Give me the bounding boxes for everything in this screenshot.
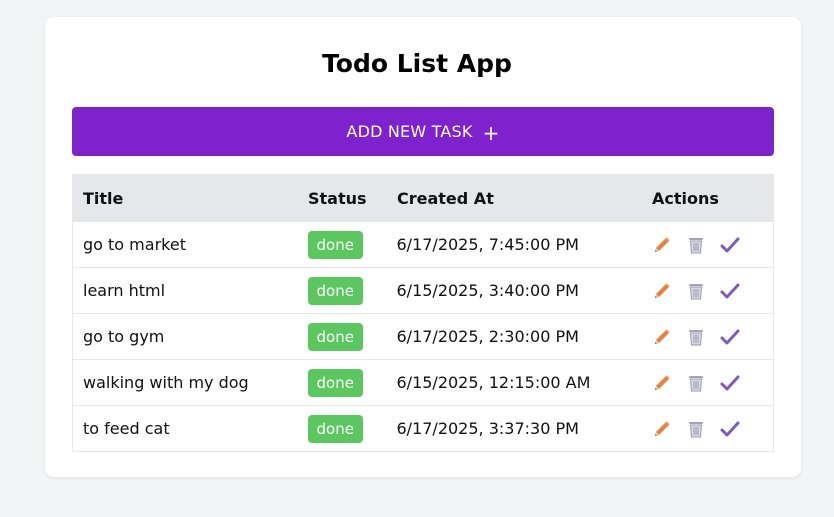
actions-cell [651, 313, 774, 360]
trash-icon[interactable] [686, 235, 706, 255]
pencil-icon[interactable] [652, 235, 672, 255]
table-row: walking with my dog done 6/15/2025, 12:1… [72, 359, 774, 406]
row-actions [652, 327, 774, 347]
row-actions [652, 235, 774, 255]
actions-cell [651, 359, 774, 406]
status-badge: done [307, 368, 363, 397]
pencil-icon[interactable] [652, 419, 672, 439]
page-title: Todo List App [322, 49, 512, 78]
task-created-at: 6/17/2025, 7:45:00 PM [396, 221, 652, 268]
table-row: go to market done 6/17/2025, 7:45:00 PM [72, 221, 774, 268]
checkmark-icon[interactable] [720, 327, 740, 347]
checkmark-icon[interactable] [720, 373, 740, 393]
header-title: Title [72, 174, 308, 222]
table-row: go to gym done 6/17/2025, 2:30:00 PM [72, 313, 774, 360]
trash-icon[interactable] [686, 281, 706, 301]
row-actions [652, 373, 774, 393]
pencil-icon[interactable] [652, 327, 672, 347]
trash-icon[interactable] [686, 373, 706, 393]
checkmark-icon[interactable] [720, 281, 740, 301]
actions-cell [651, 405, 774, 452]
table-header-row: Title Status Created At Actions [72, 174, 774, 222]
task-title: go to gym [72, 313, 308, 360]
status-badge: done [307, 322, 363, 351]
header-status: Status [307, 174, 397, 222]
task-created-at: 6/17/2025, 3:37:30 PM [396, 405, 652, 452]
task-created-at: 6/15/2025, 3:40:00 PM [396, 267, 652, 314]
todo-table: Title Status Created At Actions go to ma… [72, 174, 774, 452]
row-actions [652, 419, 774, 439]
add-new-task-button[interactable]: ADD NEW TASK + [72, 107, 774, 156]
task-title: walking with my dog [72, 359, 308, 406]
status-badge: done [307, 276, 363, 305]
pencil-icon[interactable] [652, 373, 672, 393]
trash-icon[interactable] [686, 327, 706, 347]
pencil-icon[interactable] [652, 281, 672, 301]
plus-icon: + [482, 120, 500, 145]
status-cell: done [307, 313, 397, 360]
header-created-at: Created At [396, 174, 652, 222]
status-cell: done [307, 221, 397, 268]
task-title: go to market [72, 221, 308, 268]
trash-icon[interactable] [686, 419, 706, 439]
status-cell: done [307, 359, 397, 406]
task-created-at: 6/15/2025, 12:15:00 AM [396, 359, 652, 406]
row-actions [652, 281, 774, 301]
checkmark-icon[interactable] [720, 235, 740, 255]
status-cell: done [307, 405, 397, 452]
status-badge: done [307, 414, 363, 443]
checkmark-icon[interactable] [720, 419, 740, 439]
actions-cell [651, 221, 774, 268]
table-row: to feed cat done 6/17/2025, 3:37:30 PM [72, 405, 774, 452]
task-created-at: 6/17/2025, 2:30:00 PM [396, 313, 652, 360]
task-title: to feed cat [72, 405, 308, 452]
status-cell: done [307, 267, 397, 314]
task-title: learn html [72, 267, 308, 314]
actions-cell [651, 267, 774, 314]
add-button-label: ADD NEW TASK [346, 122, 473, 141]
status-badge: done [307, 230, 363, 259]
header-actions: Actions [651, 174, 774, 222]
table-row: learn html done 6/15/2025, 3:40:00 PM [72, 267, 774, 314]
